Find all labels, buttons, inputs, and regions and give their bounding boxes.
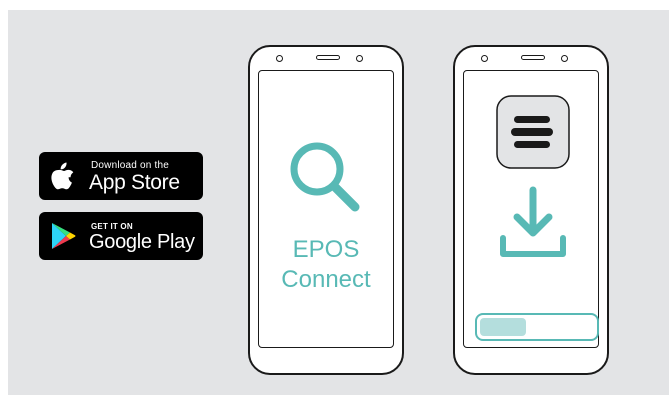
google-play-small-label: GET IT ON <box>91 222 133 231</box>
phone-screen <box>463 70 599 348</box>
app-name-line2: Connect <box>281 266 371 293</box>
sensor <box>356 55 363 62</box>
download-icon <box>500 186 566 257</box>
progress-fill <box>480 318 526 336</box>
progress-track <box>480 318 594 336</box>
earpiece-speaker <box>316 55 340 60</box>
app-name-line1: EPOS <box>292 236 360 263</box>
app-store-badge[interactable]: Download on the App Store <box>39 152 203 200</box>
earpiece-speaker <box>521 55 545 60</box>
phone-search: EPOS Connect <box>248 45 404 375</box>
phone-install <box>453 45 609 375</box>
google-play-badge[interactable]: GET IT ON Google Play <box>39 212 203 260</box>
install-progress-bar <box>475 313 599 341</box>
app-store-label: App Store <box>89 171 180 194</box>
google-play-label: Google Play <box>89 231 195 253</box>
app-store-small-label: Download on the <box>91 160 170 171</box>
epos-logo-icon <box>496 95 570 169</box>
search-icon <box>290 142 360 212</box>
sensor <box>561 55 568 62</box>
front-camera <box>276 55 283 62</box>
google-play-icon <box>52 223 76 249</box>
front-camera <box>481 55 488 62</box>
phone-screen: EPOS Connect <box>258 70 394 348</box>
apple-icon <box>51 162 74 190</box>
